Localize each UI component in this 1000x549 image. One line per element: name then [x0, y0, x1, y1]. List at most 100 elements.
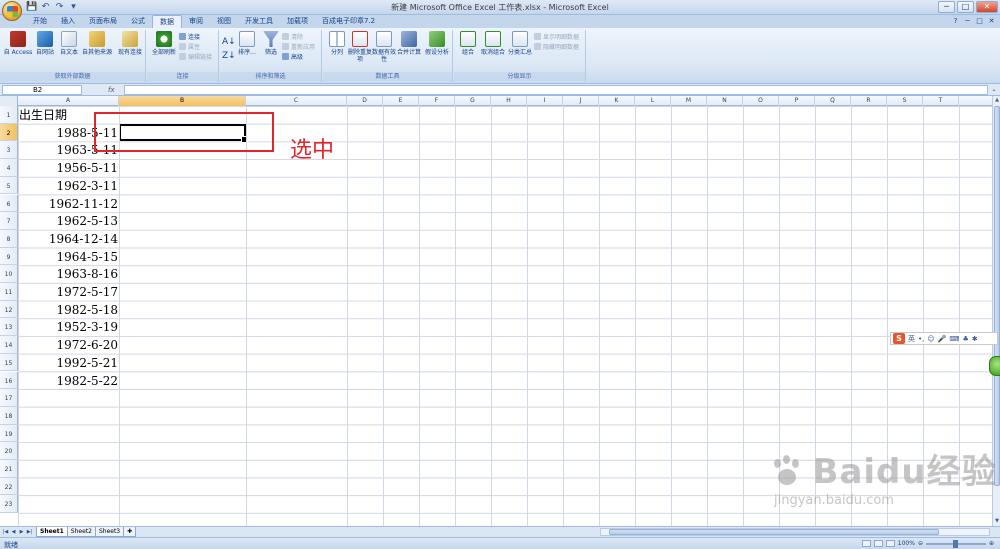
row-header-1[interactable]: 1: [0, 106, 18, 124]
subtotal-button[interactable]: 分类汇总: [507, 31, 533, 56]
tab-formulas[interactable]: 公式: [124, 15, 152, 28]
cell-a15[interactable]: 1992-5-21: [18, 354, 119, 372]
column-header-t[interactable]: T: [923, 96, 959, 106]
tab-page-layout[interactable]: 页面布局: [82, 15, 124, 28]
column-header-m[interactable]: M: [671, 96, 707, 106]
scroll-up-icon[interactable]: ▲: [993, 96, 1000, 105]
vertical-scroll-thumb[interactable]: [994, 106, 1000, 486]
column-header-k[interactable]: K: [599, 96, 635, 106]
ime-tools-icon[interactable]: ✱: [972, 335, 978, 343]
connections-button[interactable]: 连接: [179, 33, 200, 42]
tab-seal[interactable]: 百成电子印章7.2: [315, 15, 382, 28]
ime-voice-icon[interactable]: 🎤: [938, 335, 947, 343]
remove-duplicates-button[interactable]: 删除重复项: [348, 31, 372, 63]
horizontal-scroll-thumb[interactable]: [609, 529, 939, 535]
column-header-r[interactable]: R: [851, 96, 887, 106]
cell-a14[interactable]: 1972-6-20: [18, 336, 119, 354]
sheet-tab-1[interactable]: Sheet1: [36, 527, 68, 537]
next-sheet-icon[interactable]: ▶: [18, 528, 25, 536]
ribbon-minimize-icon[interactable]: ─: [963, 17, 972, 26]
column-header-a[interactable]: A: [18, 96, 119, 106]
ime-language[interactable]: 英: [908, 334, 915, 344]
row-header-15[interactable]: 15: [0, 353, 18, 372]
from-text-button[interactable]: 自文本: [57, 31, 81, 56]
row-header-9[interactable]: 9: [0, 247, 18, 266]
cell-a13[interactable]: 1952-3-19: [18, 318, 119, 336]
group-button[interactable]: 组合: [457, 31, 479, 56]
column-header-n[interactable]: N: [707, 96, 743, 106]
cell-a16[interactable]: 1982-5-22: [18, 372, 119, 390]
column-header-s[interactable]: S: [887, 96, 923, 106]
sort-button[interactable]: 排序...: [234, 31, 260, 56]
tab-data[interactable]: 数据: [152, 15, 182, 28]
column-header-p[interactable]: P: [779, 96, 815, 106]
consolidate-button[interactable]: 合并计算: [396, 31, 422, 56]
ribbon-restore-icon[interactable]: □: [975, 17, 984, 26]
column-header-j[interactable]: J: [563, 96, 599, 106]
cell-a7[interactable]: 1962-5-13: [18, 212, 119, 230]
properties-button[interactable]: 属性: [179, 43, 200, 52]
row-header-23[interactable]: 23: [0, 495, 18, 514]
cell-a5[interactable]: 1962-3-11: [18, 177, 119, 195]
row-header-2[interactable]: 2: [0, 123, 18, 142]
advanced-button[interactable]: 高级: [282, 53, 303, 62]
row-header-21[interactable]: 21: [0, 460, 18, 478]
column-header-l[interactable]: L: [635, 96, 671, 106]
show-detail-button[interactable]: 显示明细数据: [534, 33, 579, 42]
formula-input[interactable]: [124, 85, 988, 95]
help-icon[interactable]: ?: [951, 17, 960, 26]
from-web-button[interactable]: 自网站: [33, 31, 57, 56]
cell-a4[interactable]: 1956-5-11: [18, 159, 119, 177]
scroll-down-icon[interactable]: ▼: [993, 517, 1000, 526]
tab-review[interactable]: 审阅: [182, 15, 210, 28]
row-header-13[interactable]: 13: [0, 318, 18, 337]
filter-button[interactable]: 筛选: [260, 31, 282, 56]
row-header-16[interactable]: 16: [0, 371, 18, 390]
close-button[interactable]: ✕: [976, 1, 998, 13]
ime-emoji-icon[interactable]: ☺: [927, 335, 934, 343]
cell-a10[interactable]: 1963-8-16: [18, 265, 119, 283]
row-header-14[interactable]: 14: [0, 336, 18, 354]
column-header-o[interactable]: O: [743, 96, 779, 106]
floating-assistant-icon[interactable]: [989, 356, 1000, 376]
row-header-19[interactable]: 19: [0, 424, 18, 443]
row-header-20[interactable]: 20: [0, 442, 18, 460]
row-header-3[interactable]: 3: [0, 141, 18, 160]
column-header-f[interactable]: F: [419, 96, 455, 106]
tab-developer[interactable]: 开发工具: [238, 15, 280, 28]
existing-connections-button[interactable]: 现有连接: [116, 31, 144, 56]
row-header-22[interactable]: 22: [0, 477, 18, 496]
workbook-close-icon[interactable]: ✕: [987, 17, 996, 26]
page-break-view-icon[interactable]: [885, 540, 895, 547]
name-box[interactable]: B2: [2, 85, 82, 95]
tab-home[interactable]: 开始: [26, 15, 54, 28]
column-header-h[interactable]: H: [491, 96, 527, 106]
column-header-g[interactable]: G: [455, 96, 491, 106]
cell-a6[interactable]: 1962-11-12: [18, 195, 119, 213]
sheet-tab-3[interactable]: Sheet3: [94, 527, 125, 537]
row-header-12[interactable]: 12: [0, 300, 18, 319]
data-validation-button[interactable]: 数据有效性: [372, 31, 396, 63]
column-header-e[interactable]: E: [383, 96, 419, 106]
cell-a12[interactable]: 1982-5-18: [18, 301, 119, 319]
row-header-8[interactable]: 8: [0, 229, 18, 248]
column-header-q[interactable]: Q: [815, 96, 851, 106]
row-header-5[interactable]: 5: [0, 176, 18, 195]
column-header-b[interactable]: B: [119, 96, 246, 106]
normal-view-icon[interactable]: [861, 540, 871, 547]
maximize-button[interactable]: □: [957, 1, 974, 13]
ungroup-button[interactable]: 取消组合: [479, 31, 507, 56]
tab-insert[interactable]: 插入: [54, 15, 82, 28]
edit-links-button[interactable]: 编辑链接: [179, 53, 212, 62]
reapply-button[interactable]: 重新应用: [282, 43, 315, 52]
cell-a11[interactable]: 1972-5-17: [18, 283, 119, 301]
ime-skin-icon[interactable]: ♣: [963, 335, 969, 343]
refresh-all-button[interactable]: 全部刷新: [150, 31, 178, 56]
row-header-6[interactable]: 6: [0, 194, 18, 213]
tab-addins[interactable]: 加载项: [280, 15, 315, 28]
page-layout-view-icon[interactable]: [873, 540, 883, 547]
from-other-sources-button[interactable]: 自其他来源: [80, 31, 114, 56]
zoom-out-icon[interactable]: ⊖: [918, 540, 923, 547]
row-header-18[interactable]: 18: [0, 406, 18, 425]
office-button[interactable]: [2, 1, 22, 21]
